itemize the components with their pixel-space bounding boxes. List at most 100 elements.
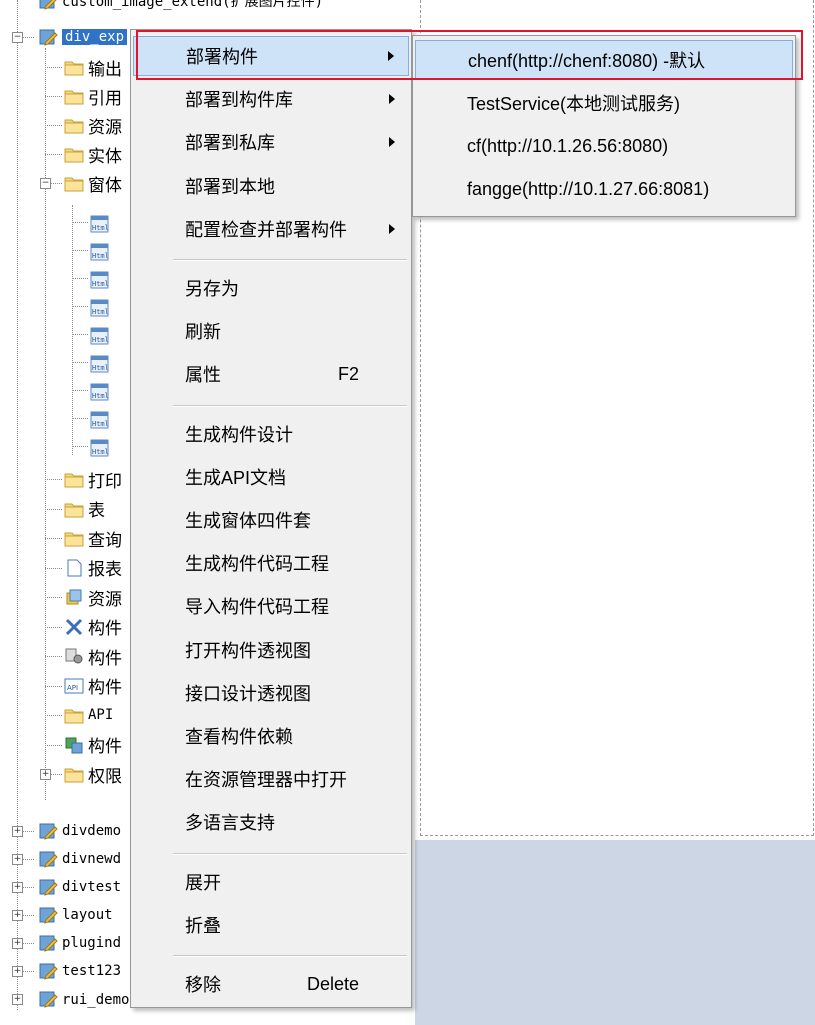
html-icon: Html xyxy=(90,271,110,289)
menu-item-label: 部署到本地 xyxy=(185,176,275,197)
server-item-0[interactable]: chenf(http://chenf:8080) -默认 xyxy=(415,40,793,80)
menu-item-21[interactable]: 展开 xyxy=(133,862,409,902)
menu-item-16[interactable]: 接口设计透视图 xyxy=(133,673,409,713)
tree-node-label: custom_image_extend(扩展图片控件) xyxy=(62,0,324,10)
tree-guide-line xyxy=(45,538,62,539)
tree-node-label: 资源 xyxy=(88,117,122,137)
html-icon: Html xyxy=(90,243,110,261)
tree-project-node[interactable]: divnewd xyxy=(38,848,121,870)
tree-node-label: 构件 xyxy=(88,619,122,638)
tree-folder-node[interactable]: 报表 xyxy=(64,557,122,579)
menu-item-15[interactable]: 打开构件透视图 xyxy=(133,630,409,670)
resource-icon xyxy=(64,588,84,606)
expand-toggle-icon[interactable]: + xyxy=(12,994,23,1005)
menu-item-label: 配置检查并部署构件 xyxy=(185,219,347,240)
tree-html-file-node[interactable]: Html xyxy=(90,269,114,291)
tree-folder-node[interactable]: 查询 xyxy=(64,527,122,550)
tree-node-label: divtest xyxy=(62,879,122,895)
menu-item-24[interactable]: 移除 Delete xyxy=(133,964,409,1004)
menu-item-label: 折叠 xyxy=(185,915,221,936)
expand-toggle-icon[interactable]: + xyxy=(40,769,51,780)
tree-html-file-node[interactable]: Html xyxy=(90,297,114,319)
collapse-toggle-icon[interactable]: − xyxy=(40,178,51,189)
tree-project-node[interactable]: plugind xyxy=(38,932,121,954)
menu-item-label: 另存为 xyxy=(185,279,239,299)
tree-folder-node[interactable]: 资源 xyxy=(64,586,122,609)
tree-html-file-node[interactable]: Html xyxy=(90,381,114,403)
tree-guide-line xyxy=(45,597,62,598)
tree-project-node[interactable]: custom_image_extend(扩展图片控件) xyxy=(38,0,323,12)
tree-folder-node[interactable]: 表 xyxy=(64,498,105,520)
menu-item-label: 部署到私库 xyxy=(185,133,275,154)
tree-html-file-node[interactable]: Html xyxy=(90,437,114,459)
server-item-3[interactable]: fangge(http://10.1.27.66:8081) xyxy=(415,169,793,209)
menu-item-6[interactable]: 另存为 xyxy=(133,268,409,308)
tree-project-node[interactable]: test123 xyxy=(38,960,121,982)
tree-html-file-node[interactable]: Html xyxy=(90,325,114,347)
tree-guide-line xyxy=(45,744,62,746)
menu-item-13[interactable]: 生成构件代码工程 xyxy=(133,543,409,583)
html-icon: Html xyxy=(90,383,110,401)
tree-folder-node[interactable]: 构件 xyxy=(64,734,122,756)
menu-item-12[interactable]: 生成窗体四件套 xyxy=(133,500,409,540)
tree-html-file-node[interactable]: Html xyxy=(90,409,114,431)
menu-item-4[interactable]: 配置检查并部署构件 xyxy=(133,209,409,249)
menu-separator xyxy=(173,852,407,855)
server-item-2[interactable]: cf(http://10.1.26.56:8080) xyxy=(415,126,793,166)
tree-node-label: 资源 xyxy=(88,589,122,609)
tree-folder-node[interactable]: API xyxy=(64,704,113,726)
tree-folder-node[interactable]: API 构件 xyxy=(64,675,122,697)
menu-item-8[interactable]: 属性 F2 xyxy=(133,354,409,394)
menu-item-19[interactable]: 多语言支持 xyxy=(133,802,409,842)
tree-html-file-node[interactable]: Html xyxy=(90,213,114,235)
tree-folder-node[interactable]: 打印 xyxy=(64,468,122,491)
context-menu: 部署构件 部署到构件库部署到私库部署到本地配置检查并部署构件 另存为刷新 属性 F2 生成… xyxy=(130,29,412,1008)
server-item-label: fangge(http://10.1.27.66:8081) xyxy=(467,178,710,199)
menu-item-label: 展开 xyxy=(185,872,221,893)
menu-item-3[interactable]: 部署到本地 xyxy=(133,166,409,206)
tree-guide-line xyxy=(22,943,34,944)
menu-item-11[interactable]: 生成API文档 xyxy=(133,457,409,497)
tree-guide-line xyxy=(72,362,88,363)
tree-node-label: 输出 xyxy=(88,59,122,79)
tree-node-label: 构件 xyxy=(88,737,122,756)
tree-folder-node[interactable]: 实体 xyxy=(64,143,122,166)
tree-folder-node[interactable]: 输出 xyxy=(64,56,122,79)
tree-project-node[interactable]: divtest xyxy=(38,876,121,898)
menu-item-14[interactable]: 导入构件代码工程 xyxy=(133,586,409,626)
tree-html-file-node[interactable]: Html xyxy=(90,241,114,263)
tree-project-node-selected[interactable]: div_exp xyxy=(38,26,128,48)
tree-node-label: 表 xyxy=(88,501,105,520)
menu-item-7[interactable]: 刷新 xyxy=(133,311,409,351)
menu-item-label: 属性 xyxy=(185,365,221,386)
tree-guide-line xyxy=(72,390,88,391)
submenu-arrow-icon xyxy=(389,223,395,234)
menu-item-2[interactable]: 部署到私库 xyxy=(133,122,409,162)
tree-node-label: divdemo xyxy=(62,823,122,839)
menu-item-0[interactable]: 部署构件 xyxy=(133,36,409,76)
menu-item-22[interactable]: 折叠 xyxy=(133,905,409,945)
menu-item-10[interactable]: 生成构件设计 xyxy=(133,414,409,454)
tree-node-label: 窗体 xyxy=(88,175,122,195)
project-icon xyxy=(38,0,58,10)
server-item-1[interactable]: TestService(本地测试服务) xyxy=(415,83,793,123)
tree-folder-node[interactable]: 资源 xyxy=(64,114,122,137)
tree-folder-node[interactable]: 权限 xyxy=(64,763,122,786)
tree-node-label: 构件 xyxy=(88,648,122,668)
project-icon xyxy=(38,906,58,924)
tree-project-node[interactable]: divdemo xyxy=(38,820,121,842)
folder-icon xyxy=(64,116,84,134)
menu-item-17[interactable]: 查看构件依赖 xyxy=(133,716,409,756)
menu-item-1[interactable]: 部署到构件库 xyxy=(133,79,409,119)
tree-project-node[interactable]: layout xyxy=(38,904,113,926)
project-icon xyxy=(38,990,58,1008)
tree-folder-node[interactable]: 构件 xyxy=(64,645,122,668)
tree-folder-node[interactable]: 窗体 xyxy=(64,172,122,195)
tree-folder-node[interactable]: 构件 xyxy=(64,616,122,638)
tree-folder-node[interactable]: 引用 xyxy=(64,85,122,108)
folder-icon xyxy=(64,529,84,547)
tree-html-file-node[interactable]: Html xyxy=(90,353,114,375)
menu-item-18[interactable]: 在资源管理器中打开 xyxy=(133,759,409,799)
tree-node-label: div_exp xyxy=(62,29,128,45)
tree-guide-line xyxy=(45,125,62,126)
